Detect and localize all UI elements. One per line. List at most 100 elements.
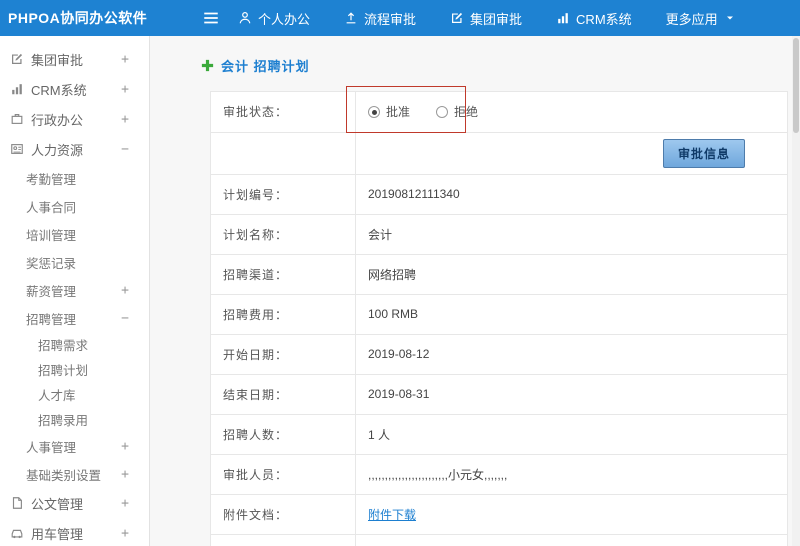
sidebar-item[interactable]: 集团审批 + bbox=[0, 44, 149, 74]
sidebar-item[interactable]: 招聘需求 bbox=[0, 332, 149, 357]
expander-icon[interactable]: + bbox=[121, 112, 129, 127]
app-logo[interactable]: PHPOA协同办公软件 bbox=[0, 8, 150, 28]
expander-icon[interactable]: + bbox=[121, 283, 129, 298]
sidebar-item-label: 人事合同 bbox=[26, 200, 77, 215]
expander-icon[interactable]: + bbox=[121, 526, 129, 541]
edit-icon bbox=[450, 11, 464, 25]
approval-status-row: 审批状态： 批准 拒绝 bbox=[210, 91, 788, 133]
topbar-menu-label: 更多应用 bbox=[665, 11, 718, 27]
sidebar-item[interactable]: 人才库 bbox=[0, 382, 149, 407]
sidebar-item[interactable]: 人事合同 bbox=[0, 192, 149, 220]
topbar-menu-label: 集团审批 bbox=[470, 11, 523, 27]
table-row: 附件文档： 附件下载 bbox=[210, 493, 788, 535]
caret-down-icon bbox=[724, 12, 736, 24]
table-row: 计划名称： 会计 bbox=[210, 213, 788, 255]
button-cell: 审批信息 bbox=[355, 131, 788, 175]
topbar: PHPOA协同办公软件 个人办公 流程审批 集团审批 CRM系统 更多应用 bbox=[0, 0, 800, 36]
sidebar-item[interactable]: 人事管理 + bbox=[0, 432, 149, 460]
detail-rows: 计划编号： 20190812111340 计划名称： 会计 招聘渠道： 网络招聘 招聘费用：… bbox=[210, 173, 788, 546]
row-value: 100 RMB bbox=[355, 293, 788, 335]
topbar-menu-item[interactable]: 个人办公 bbox=[238, 9, 310, 28]
detail-table: 审批状态： 批准 拒绝 审批信息 计划编号： 20190812111340 计划名称：… bbox=[210, 86, 788, 546]
table-body: 审批状态： 批准 拒绝 审批信息 bbox=[210, 91, 788, 175]
table-row: 结束日期： 2019-08-31 bbox=[210, 373, 788, 415]
chart-icon bbox=[556, 11, 570, 25]
row-value: ,,,,,,,,,,,,,,,,,,,,,,,,小元女,,,,,,, bbox=[355, 453, 788, 495]
sidebar-item-label: 人力资源 bbox=[31, 142, 84, 158]
sidebar-item[interactable]: 考勤管理 bbox=[0, 164, 149, 192]
vertical-scrollbar[interactable] bbox=[792, 36, 800, 546]
sidebar-item[interactable]: 公文管理 + bbox=[0, 488, 149, 518]
expander-icon[interactable]: − bbox=[121, 142, 129, 157]
car-icon bbox=[10, 526, 24, 540]
doc-icon bbox=[10, 496, 24, 510]
table-row: 招聘费用： 100 RMB bbox=[210, 293, 788, 335]
sidebar-item[interactable]: 培训管理 bbox=[0, 220, 149, 248]
menu-toggle-icon[interactable] bbox=[202, 9, 220, 27]
approval-info-button[interactable]: 审批信息 bbox=[662, 138, 745, 168]
radio-button[interactable] bbox=[368, 105, 380, 118]
sidebar-item-label: 集团审批 bbox=[31, 52, 84, 68]
row-value: 网络招聘 bbox=[355, 253, 788, 295]
expander-icon[interactable]: + bbox=[121, 82, 129, 97]
sidebar-item-label: 用车管理 bbox=[31, 526, 84, 542]
sidebar-item[interactable]: 用车管理 + bbox=[0, 518, 149, 546]
row-label: 开始日期： bbox=[210, 333, 356, 375]
table-row: 招聘人数： 1 人 bbox=[210, 413, 788, 455]
expander-icon[interactable]: + bbox=[121, 439, 129, 454]
flow-icon bbox=[344, 11, 358, 25]
sidebar-item-label: CRM系统 bbox=[31, 82, 87, 98]
sidebar-item-label: 行政办公 bbox=[31, 112, 84, 128]
sidebar-item-label: 奖惩记录 bbox=[26, 256, 77, 271]
add-icon[interactable] bbox=[200, 58, 215, 73]
chart-icon bbox=[10, 82, 24, 96]
row-label: 审批状态： bbox=[210, 91, 356, 133]
row-value: 2019-08-31 bbox=[355, 373, 788, 415]
attachment-download-link[interactable]: 附件下载 bbox=[368, 508, 416, 522]
sidebar-item[interactable]: CRM系统 + bbox=[0, 74, 149, 104]
sidebar-item[interactable]: 招聘管理 − bbox=[0, 304, 149, 332]
sidebar: 集团审批 + CRM系统 + 行政办公 + 人力资源 − 考勤管理人事合同培训管理奖惩记录薪资管… bbox=[0, 36, 150, 546]
expander-icon[interactable]: + bbox=[121, 467, 129, 482]
page-title: 会计 招聘计划 bbox=[221, 59, 310, 74]
sidebar-item-label: 公文管理 bbox=[31, 496, 84, 512]
expander-icon[interactable]: + bbox=[121, 52, 129, 67]
row-label: 附件文档： bbox=[210, 493, 356, 535]
row-label: 招聘人数： bbox=[210, 413, 356, 455]
sidebar-item-label: 招聘录用 bbox=[38, 414, 89, 428]
sidebar-item[interactable]: 招聘录用 bbox=[0, 407, 149, 432]
office-icon bbox=[10, 112, 24, 126]
radio-option-approve[interactable]: 批准 bbox=[368, 103, 410, 120]
radio-option-reject[interactable]: 拒绝 bbox=[436, 103, 478, 120]
topbar-menu-item[interactable]: CRM系统 bbox=[556, 9, 632, 28]
table-row: 开始日期： 2019-08-12 bbox=[210, 333, 788, 375]
row-value: 会计 bbox=[355, 213, 788, 255]
radio-button[interactable] bbox=[436, 105, 449, 118]
topbar-menu-item[interactable]: 流程审批 bbox=[344, 9, 416, 28]
table-row: 招聘渠道： 网络招聘 bbox=[210, 253, 788, 295]
sidebar-item-label: 人才库 bbox=[38, 389, 76, 403]
topbar-menu-item[interactable]: 更多应用 bbox=[666, 9, 736, 28]
expander-icon[interactable]: + bbox=[121, 496, 129, 511]
row-value: 12 bbox=[355, 533, 788, 546]
radio-label: 拒绝 bbox=[454, 105, 479, 119]
sidebar-item[interactable]: 人力资源 − bbox=[0, 134, 149, 164]
row-label: 招聘渠道： bbox=[210, 253, 356, 295]
sidebar-item[interactable]: 行政办公 + bbox=[0, 104, 149, 134]
sidebar-item[interactable]: 薪资管理 + bbox=[0, 276, 149, 304]
sidebar-item-label: 招聘管理 bbox=[26, 312, 77, 327]
topbar-menu-label: 流程审批 bbox=[364, 11, 417, 27]
sidebar-item-label: 人事管理 bbox=[26, 440, 77, 455]
hr-icon bbox=[10, 142, 24, 156]
scrollbar-thumb[interactable] bbox=[793, 38, 799, 133]
row-value: 附件下载 bbox=[355, 493, 788, 535]
sidebar-item[interactable]: 招聘计划 bbox=[0, 357, 149, 382]
sidebar-item[interactable]: 奖惩记录 bbox=[0, 248, 149, 276]
row-value: 20190812111340 bbox=[355, 173, 788, 215]
topbar-menu-item[interactable]: 集团审批 bbox=[450, 9, 522, 28]
edit-icon bbox=[10, 52, 24, 66]
row-label: 计划编号： bbox=[210, 173, 356, 215]
radio-label: 批准 bbox=[386, 105, 411, 119]
expander-icon[interactable]: − bbox=[121, 311, 129, 326]
sidebar-item[interactable]: 基础类别设置 + bbox=[0, 460, 149, 488]
